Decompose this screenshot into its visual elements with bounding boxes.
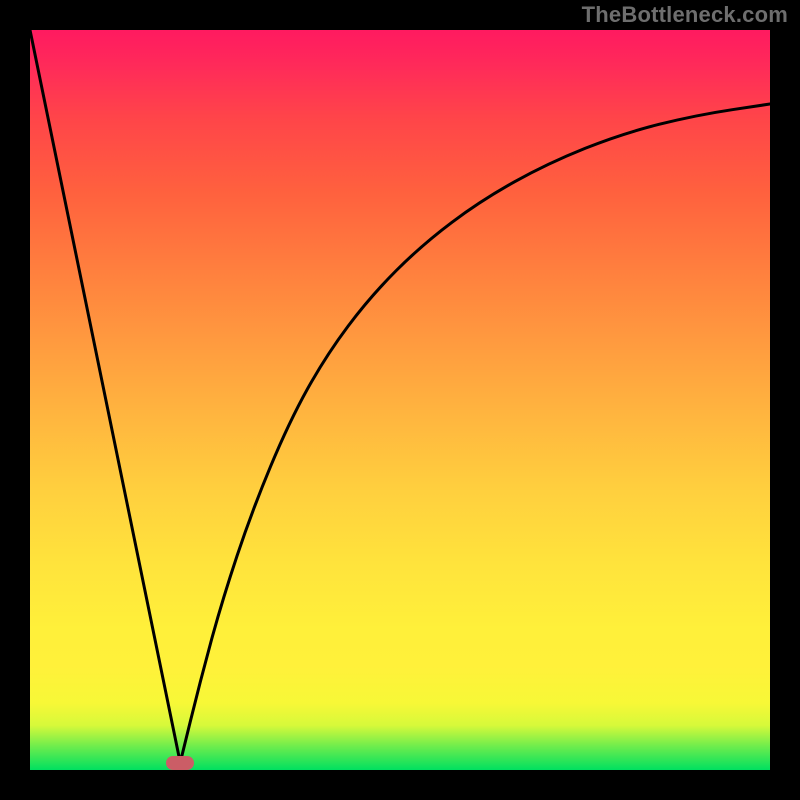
- watermark-text: TheBottleneck.com: [582, 2, 788, 28]
- chart-frame: TheBottleneck.com: [0, 0, 800, 800]
- minimum-marker: [166, 756, 194, 770]
- curve-svg: [30, 30, 770, 770]
- plot-area: [30, 30, 770, 770]
- bottleneck-curve: [30, 30, 770, 763]
